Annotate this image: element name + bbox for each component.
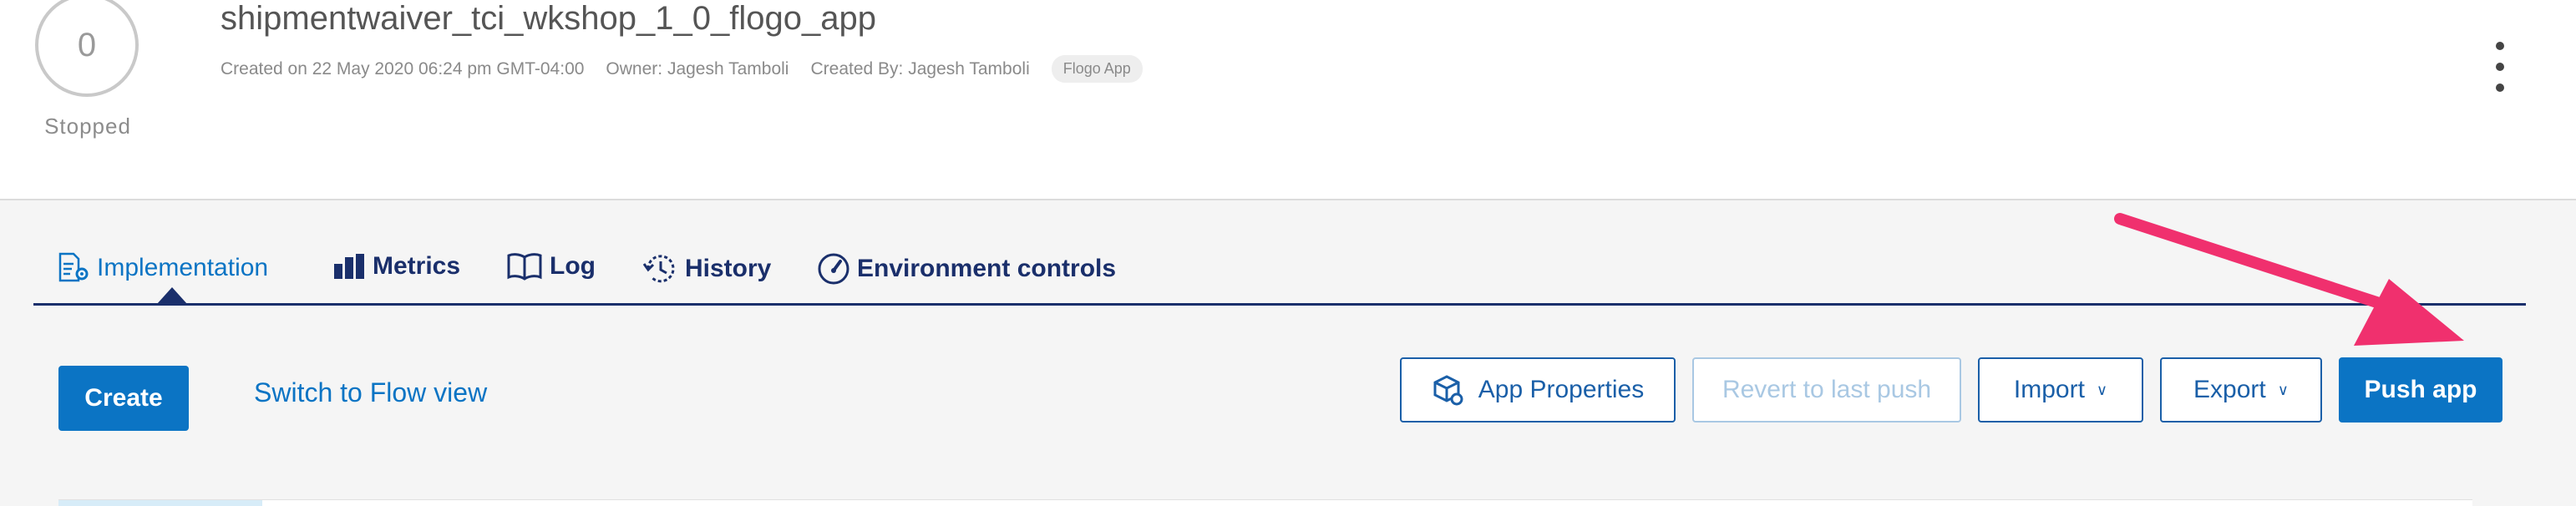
tab-environment-controls[interactable]: Environment controls bbox=[817, 252, 1116, 286]
tab-implementation[interactable]: Implementation bbox=[57, 252, 268, 284]
book-icon bbox=[507, 253, 542, 281]
tab-label: Metrics bbox=[373, 252, 461, 280]
tab-label: Implementation bbox=[97, 254, 269, 281]
tab-label: Environment controls bbox=[857, 255, 1117, 282]
app-properties-icon bbox=[1433, 375, 1463, 406]
export-label: Export bbox=[2193, 376, 2266, 403]
content-panel bbox=[58, 499, 2472, 506]
created-by: Created By: Jagesh Tamboli bbox=[810, 58, 1030, 78]
import-label: Import bbox=[2013, 376, 2085, 403]
instance-count: 0 bbox=[77, 26, 97, 63]
created-on: Created on 22 May 2020 06:24 pm GMT-04:0… bbox=[221, 58, 585, 78]
chevron-down-icon: ∨ bbox=[2096, 381, 2108, 398]
app-title: shipmentwaiver_tci_wkshop_1_0_flogo_app bbox=[221, 0, 876, 37]
owner: Owner: Jagesh Tamboli bbox=[606, 58, 789, 78]
app-status: Stopped bbox=[44, 114, 131, 139]
tab-label: History bbox=[685, 255, 772, 282]
implementation-icon bbox=[58, 252, 89, 282]
push-app-button[interactable]: Push app bbox=[2339, 357, 2502, 423]
app-properties-button[interactable]: App Properties bbox=[1400, 357, 1676, 423]
chevron-down-icon: ∨ bbox=[2277, 381, 2289, 398]
app-header: 0 Stopped shipmentwaiver_tci_wkshop_1_0_… bbox=[0, 0, 2576, 200]
tab-metrics[interactable]: Metrics bbox=[332, 252, 460, 281]
tab-history[interactable]: History bbox=[641, 252, 771, 286]
app-meta: Created on 22 May 2020 06:24 pm GMT-04:0… bbox=[221, 55, 1164, 83]
app-type-badge: Flogo App bbox=[1051, 55, 1143, 83]
tab-label: Log bbox=[550, 252, 596, 280]
active-tab-indicator bbox=[157, 287, 187, 304]
export-dropdown[interactable]: Export ∨ bbox=[2160, 357, 2322, 423]
create-button[interactable]: Create bbox=[58, 366, 189, 431]
more-options-icon[interactable] bbox=[2487, 42, 2513, 92]
switch-to-flow-view-link[interactable]: Switch to Flow view bbox=[254, 377, 487, 408]
history-icon bbox=[642, 255, 675, 283]
revert-to-last-push-button[interactable]: Revert to last push bbox=[1692, 357, 1961, 423]
content-panel-accent bbox=[58, 500, 262, 506]
bar-chart-icon bbox=[334, 254, 364, 279]
import-dropdown[interactable]: Import ∨ bbox=[1978, 357, 2143, 423]
tab-bar: Implementation Metrics Log History Envir… bbox=[33, 242, 2526, 306]
gauge-icon bbox=[818, 253, 849, 285]
app-properties-label: App Properties bbox=[1478, 376, 1645, 403]
instance-count-indicator: 0 bbox=[35, 0, 139, 97]
tab-log[interactable]: Log bbox=[506, 252, 596, 281]
